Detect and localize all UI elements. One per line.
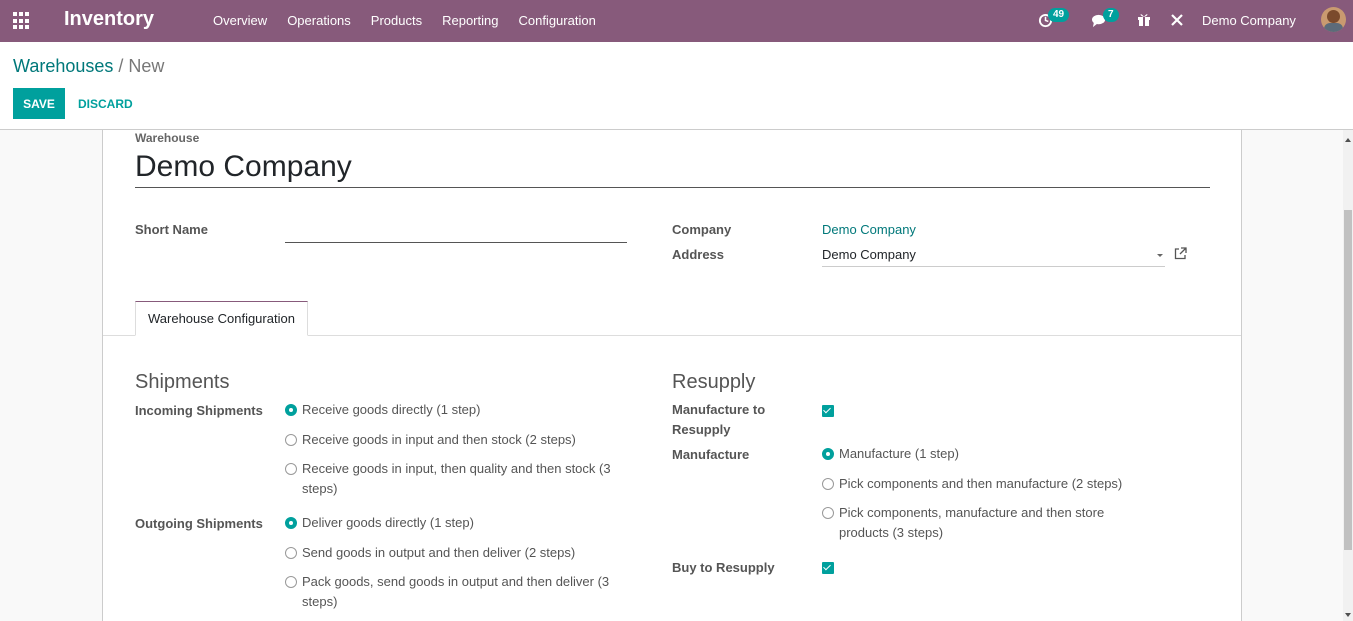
menu-operations[interactable]: Operations <box>277 0 361 42</box>
outgoing-option-3steps[interactable]: Pack goods, send goods in output and the… <box>285 572 609 612</box>
option-line-2: steps) <box>302 594 338 609</box>
manufacture-option-2steps[interactable]: Pick components and then manufacture (2 … <box>822 474 1122 494</box>
discard-button[interactable]: DISCARD <box>72 88 139 119</box>
option-line-1: Pick components, manufacture and then st… <box>839 505 1105 520</box>
form-sheet: Warehouse Demo Company Short Name Compan… <box>102 130 1242 621</box>
short-name-input[interactable] <box>285 222 627 243</box>
scroll-down-icon[interactable] <box>1345 613 1351 617</box>
manufacture-option-1step[interactable]: Manufacture (1 step) <box>822 444 959 464</box>
option-label: Manufacture (1 step) <box>839 446 959 461</box>
outgoing-option-2steps[interactable]: Send goods in output and then deliver (2… <box>285 543 575 563</box>
option-line-1: Pack goods, send goods in output and the… <box>302 574 610 589</box>
menu-configuration[interactable]: Configuration <box>508 0 605 42</box>
activity-clock-icon[interactable]: 49 <box>1038 8 1070 31</box>
radio-icon[interactable] <box>285 434 297 446</box>
address-value: Demo Company <box>822 247 916 262</box>
scroll-up-icon[interactable] <box>1345 138 1351 142</box>
option-label: Receive goods directly (1 step) <box>302 402 481 417</box>
caret-down-icon <box>1157 254 1163 257</box>
warehouse-name-label: Warehouse <box>135 131 200 145</box>
radio-checked-icon[interactable] <box>822 448 834 460</box>
label-line-2: Resupply <box>672 422 731 437</box>
incoming-option-2steps[interactable]: Receive goods in input and then stock (2… <box>285 430 576 450</box>
menu-overview[interactable]: Overview <box>203 0 277 42</box>
main-menu: Overview Operations Products Reporting C… <box>203 0 606 42</box>
incoming-shipments-label: Incoming Shipments <box>135 403 263 418</box>
manufacture-to-resupply-label: Manufacture to Resupply <box>672 400 765 440</box>
option-label: Pick components and then manufacture (2 … <box>839 476 1123 491</box>
control-panel: Warehouses / New SAVE DISCARD <box>0 42 1353 130</box>
warehouse-name-input[interactable]: Demo Company <box>135 150 1210 188</box>
manufacture-label: Manufacture <box>672 447 750 462</box>
option-line-2: steps) <box>302 481 338 496</box>
activity-badge: 49 <box>1048 8 1070 22</box>
radio-icon[interactable] <box>822 507 834 519</box>
vertical-scrollbar[interactable] <box>1343 130 1353 621</box>
address-select[interactable]: Demo Company <box>822 244 1165 267</box>
option-label: Pick components, manufacture and then st… <box>839 503 1104 543</box>
resupply-title: Resupply <box>672 371 756 393</box>
option-label: Pack goods, send goods in output and the… <box>302 572 609 612</box>
radio-icon[interactable] <box>822 478 834 490</box>
incoming-option-3steps[interactable]: Receive goods in input, then quality and… <box>285 459 611 499</box>
company-link[interactable]: Demo Company <box>822 222 916 237</box>
menu-products[interactable]: Products <box>361 0 432 42</box>
buy-to-resupply-label: Buy to Resupply <box>672 560 775 575</box>
menu-reporting[interactable]: Reporting <box>432 0 508 42</box>
option-line-1: Receive goods in input, then quality and… <box>302 461 611 476</box>
top-navbar: Inventory Overview Operations Products R… <box>0 0 1353 42</box>
manufacture-to-resupply-checkbox[interactable] <box>822 405 834 417</box>
incoming-option-1step[interactable]: Receive goods directly (1 step) <box>285 400 480 420</box>
radio-icon[interactable] <box>285 547 297 559</box>
messages-icon[interactable]: 7 <box>1091 8 1119 31</box>
outgoing-option-1step[interactable]: Deliver goods directly (1 step) <box>285 513 474 533</box>
breadcrumb: Warehouses / New <box>13 56 164 77</box>
debug-tools-icon[interactable] <box>1170 13 1184 30</box>
company-switcher[interactable]: Demo Company <box>1202 13 1296 28</box>
address-label: Address <box>672 247 725 262</box>
outgoing-shipments-label: Outgoing Shipments <box>135 516 263 531</box>
short-name-label: Short Name <box>135 222 208 237</box>
apps-menu-icon[interactable] <box>13 12 31 30</box>
manufacture-option-3steps[interactable]: Pick components, manufacture and then st… <box>822 503 1104 543</box>
option-label: Receive goods in input, then quality and… <box>302 459 611 499</box>
option-label: Deliver goods directly (1 step) <box>302 515 474 530</box>
breadcrumb-separator: / <box>118 56 124 76</box>
external-link-icon[interactable] <box>1174 247 1187 260</box>
radio-icon[interactable] <box>285 576 297 588</box>
tab-warehouse-configuration[interactable]: Warehouse Configuration <box>135 301 308 336</box>
buy-to-resupply-checkbox[interactable] <box>822 562 834 574</box>
app-title[interactable]: Inventory <box>64 8 154 31</box>
radio-icon[interactable] <box>285 463 297 475</box>
label-line-1: Manufacture to <box>672 402 766 417</box>
user-avatar[interactable] <box>1321 7 1346 32</box>
messages-badge: 7 <box>1103 8 1119 22</box>
radio-checked-icon[interactable] <box>285 517 297 529</box>
gift-icon[interactable] <box>1137 12 1151 30</box>
option-label: Send goods in output and then deliver (2… <box>302 545 576 560</box>
save-button[interactable]: SAVE <box>13 88 65 119</box>
scroll-thumb[interactable] <box>1344 210 1352 550</box>
breadcrumb-warehouses[interactable]: Warehouses <box>13 56 113 76</box>
company-label: Company <box>672 222 732 237</box>
option-line-2: products (3 steps) <box>839 525 944 540</box>
radio-checked-icon[interactable] <box>285 404 297 416</box>
option-label: Receive goods in input and then stock (2… <box>302 432 576 447</box>
shipments-title: Shipments <box>135 371 230 393</box>
breadcrumb-current: New <box>128 56 165 76</box>
